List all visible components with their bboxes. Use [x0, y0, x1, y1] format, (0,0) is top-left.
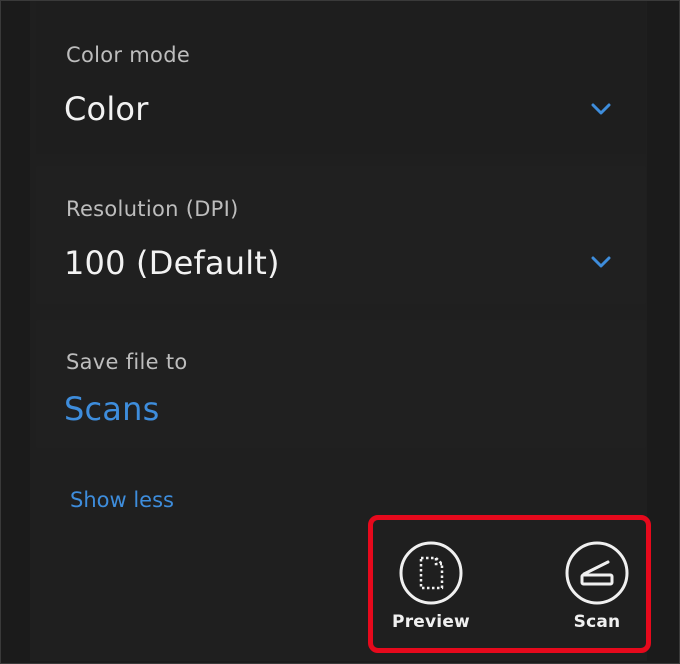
chevron-down-icon[interactable]	[591, 102, 611, 116]
save-location-card: Save file to Scans	[36, 320, 646, 448]
preview-label: Preview	[392, 612, 470, 632]
chevron-down-icon[interactable]	[591, 255, 611, 269]
color-mode-label: Color mode	[66, 43, 191, 67]
color-mode-dropdown[interactable]: Color mode Color	[36, 1, 646, 154]
save-file-label: Save file to	[66, 350, 188, 374]
color-mode-value[interactable]: Color	[64, 90, 149, 128]
resolution-dropdown[interactable]: Resolution (DPI) 100 (Default)	[36, 166, 646, 304]
show-less-link[interactable]: Show less	[70, 488, 174, 512]
preview-button[interactable]: Preview	[376, 540, 486, 632]
save-folder-link[interactable]: Scans	[64, 390, 159, 428]
scan-label: Scan	[573, 612, 621, 632]
resolution-value[interactable]: 100 (Default)	[64, 244, 280, 282]
resolution-label: Resolution (DPI)	[66, 197, 239, 221]
preview-icon	[399, 541, 463, 605]
scanner-icon	[565, 541, 629, 605]
left-edge	[1, 1, 30, 663]
scan-button[interactable]: Scan	[542, 540, 652, 632]
